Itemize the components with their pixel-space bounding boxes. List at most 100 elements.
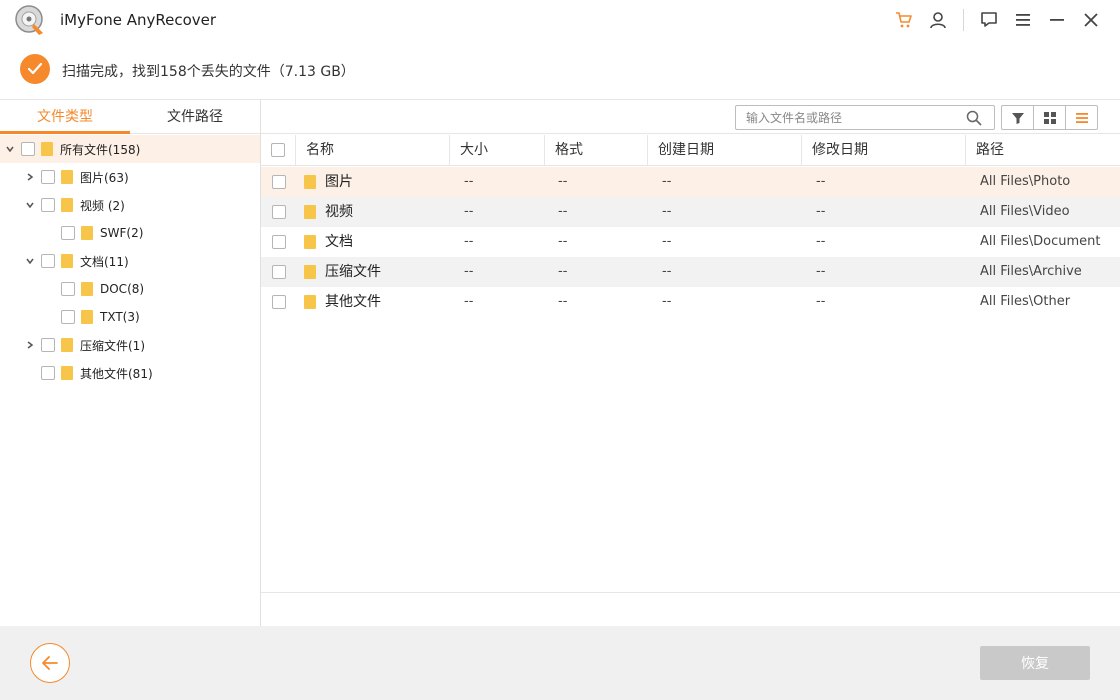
row-checkbox[interactable] — [272, 265, 286, 279]
chevron-down-icon[interactable] — [4, 143, 16, 155]
row-format: -- — [558, 264, 568, 279]
tree-checkbox[interactable] — [41, 338, 55, 352]
row-created: -- — [662, 294, 672, 309]
row-checkbox[interactable] — [272, 175, 286, 189]
list-view-button[interactable] — [1065, 105, 1098, 130]
table-row[interactable]: 其他文件 -- -- -- -- All Files\Other — [261, 287, 1120, 317]
tree-item-label: DOC(8) — [100, 282, 145, 296]
column-name[interactable]: 名称 — [296, 135, 450, 166]
app-title: iMyFone AnyRecover — [60, 11, 217, 29]
table-row[interactable]: 图片 -- -- -- -- All Files\Photo — [261, 167, 1120, 197]
tree-item-documents[interactable]: 文档(11) — [0, 247, 260, 275]
tree-checkbox[interactable] — [41, 366, 55, 380]
window-controls — [887, 0, 1120, 40]
chevron-right-icon[interactable] — [24, 339, 36, 351]
tree-checkbox[interactable] — [61, 310, 75, 324]
tree-checkbox[interactable] — [41, 198, 55, 212]
account-button[interactable] — [921, 0, 955, 40]
tree-item-other-files[interactable]: 其他文件(81) — [0, 359, 260, 387]
menu-button[interactable] — [1006, 0, 1040, 40]
column-format[interactable]: 格式 — [545, 135, 648, 166]
row-size: -- — [464, 264, 474, 279]
chevron-right-icon[interactable] — [24, 171, 36, 183]
folder-icon — [304, 235, 316, 249]
row-modified: -- — [816, 204, 826, 219]
minimize-button[interactable] — [1040, 0, 1074, 40]
recover-button[interactable]: 恢复 — [980, 646, 1090, 680]
row-format: -- — [558, 204, 568, 219]
select-all-checkbox[interactable] — [271, 143, 285, 157]
row-path: All Files\Other — [980, 294, 1071, 309]
tree-item-archives[interactable]: 压缩文件(1) — [0, 331, 260, 359]
search-input[interactable] — [746, 109, 956, 127]
filter-icon — [1011, 112, 1024, 124]
scan-status-text: 扫描完成，找到158个丢失的文件（7.13 GB） — [62, 64, 355, 80]
row-created: -- — [662, 234, 672, 249]
tree-checkbox[interactable] — [21, 142, 35, 156]
chevron-down-icon[interactable] — [24, 255, 36, 267]
feedback-button[interactable] — [972, 0, 1006, 40]
tree-item-swf[interactable]: SWF(2) — [0, 219, 260, 247]
chevron-down-icon[interactable] — [24, 199, 36, 211]
grid-view-button[interactable] — [1033, 105, 1066, 130]
cart-button[interactable] — [887, 0, 921, 40]
row-created: -- — [662, 174, 672, 189]
file-tree-panel: 文件类型 文件路径 所有文件(158) 图片(63) 视频 (2) SWF(2)… — [0, 100, 261, 626]
column-modified-date[interactable]: 修改日期 — [802, 135, 966, 166]
close-button[interactable] — [1074, 0, 1108, 40]
cart-icon — [896, 12, 912, 28]
row-checkbox[interactable] — [272, 295, 286, 309]
tree-item-label: 所有文件(158) — [60, 142, 141, 157]
row-format: -- — [558, 234, 568, 249]
tree-item-videos[interactable]: 视频 (2) — [0, 191, 260, 219]
row-format: -- — [558, 294, 568, 309]
tree-item-all-files[interactable]: 所有文件(158) — [0, 135, 260, 163]
folder-icon — [61, 170, 73, 184]
tab-file-path[interactable]: 文件路径 — [130, 100, 260, 133]
filter-button[interactable] — [1001, 105, 1034, 130]
tree-checkbox[interactable] — [41, 170, 55, 184]
row-checkbox[interactable] — [272, 205, 286, 219]
table-row[interactable]: 压缩文件 -- -- -- -- All Files\Archive — [261, 257, 1120, 287]
tree-item-label: 其他文件(81) — [80, 366, 153, 381]
row-size: -- — [464, 294, 474, 309]
tree-item-label: 视频 (2) — [80, 198, 125, 213]
tree-checkbox[interactable] — [61, 226, 75, 240]
row-checkbox[interactable] — [272, 235, 286, 249]
row-modified: -- — [816, 234, 826, 249]
tree-checkbox[interactable] — [61, 282, 75, 296]
back-button[interactable] — [30, 643, 70, 683]
row-name: 视频 — [325, 204, 353, 220]
grid-icon — [1043, 111, 1056, 124]
tree-item-txt[interactable]: TXT(3) — [0, 303, 260, 331]
folder-icon — [81, 310, 93, 324]
tree-checkbox[interactable] — [41, 254, 55, 268]
list-icon — [1075, 112, 1088, 123]
folder-icon — [41, 142, 53, 156]
row-name: 其他文件 — [325, 294, 381, 310]
row-path: All Files\Video — [980, 204, 1070, 219]
close-icon — [1084, 13, 1098, 27]
table-row[interactable]: 文档 -- -- -- -- All Files\Document — [261, 227, 1120, 257]
table-row[interactable]: 视频 -- -- -- -- All Files\Video — [261, 197, 1120, 227]
file-toolbar — [261, 100, 1120, 134]
app-logo-icon — [15, 5, 43, 35]
row-created: -- — [662, 264, 672, 279]
title-bar: iMyFone AnyRecover — [0, 0, 1120, 40]
file-table-body: 图片 -- -- -- -- All Files\Photo 视频 -- -- … — [261, 166, 1120, 593]
row-name: 图片 — [325, 174, 353, 190]
tree-item-doc[interactable]: DOC(8) — [0, 275, 260, 303]
column-created-date[interactable]: 创建日期 — [648, 135, 802, 166]
tree-item-photos[interactable]: 图片(63) — [0, 163, 260, 191]
row-modified: -- — [816, 294, 826, 309]
search-icon[interactable] — [966, 110, 982, 126]
row-size: -- — [464, 234, 474, 249]
column-size[interactable]: 大小 — [450, 135, 545, 166]
row-format: -- — [558, 174, 568, 189]
folder-icon — [61, 338, 73, 352]
left-tabs: 文件类型 文件路径 — [0, 100, 260, 134]
row-modified: -- — [816, 174, 826, 189]
feedback-icon — [981, 12, 997, 27]
column-path[interactable]: 路径 — [966, 135, 1120, 166]
tab-file-type[interactable]: 文件类型 — [0, 100, 130, 133]
